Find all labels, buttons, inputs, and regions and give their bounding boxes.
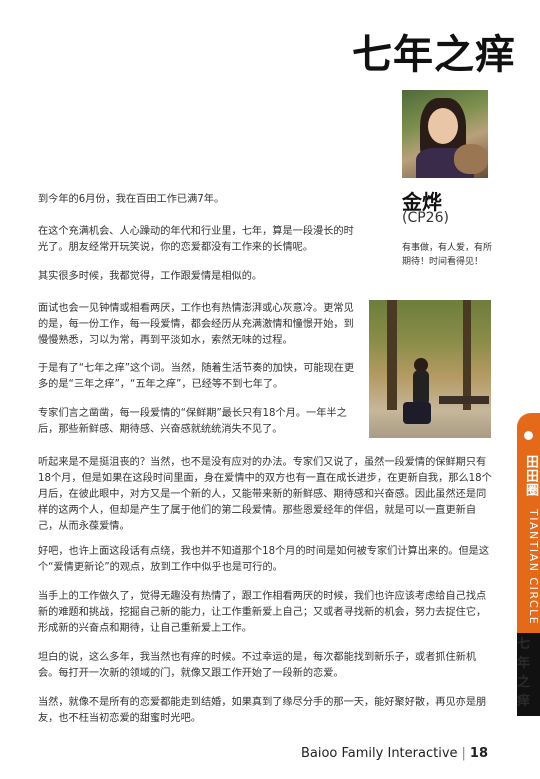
- author-bench-photo: [369, 300, 491, 438]
- paragraph-3: 其实很多时候，我都觉得，工作跟爱情是相似的。: [38, 271, 263, 282]
- paragraph-8: 好吧，也许上面这段话有点绕，我也并不知道那个18个月的时间是如何被专家们计算出来…: [38, 546, 490, 573]
- author-quote: 有事做，有人爱，有所期待！时间看得见！: [402, 243, 493, 267]
- author-code: (CP26): [402, 210, 449, 226]
- paragraph-7: 听起来是不是挺沮丧的？当然，也不是没有应对的办法。专家们又说了，虽然一段爱情的保…: [38, 457, 492, 532]
- paragraph-6: 专家们言之凿凿，每一段爱情的“保鲜期”最长只有18个月。一年半之后，那些新鲜感、…: [38, 408, 347, 435]
- side-tab-section-title: 七年之痒: [517, 637, 531, 709]
- side-tab-english: TIANTIAN CIRCLE: [527, 509, 540, 626]
- page-title: 七年之痒: [352, 32, 516, 78]
- footer-company: Baioo Family Interactive: [300, 746, 458, 761]
- paragraph-9: 当手上的工作做久了，觉得无趣没有热情了，跟工作相看两厌的时候，我们也许应该考虑给…: [38, 591, 487, 634]
- bullet-dot-icon: [524, 431, 533, 440]
- page-footer: Baioo Family Interactive | 18: [301, 746, 488, 761]
- paragraph-11: 当然，就像不是所有的恋爱都能走到结婚，如果真到了缘尽分手的那一天，能好聚好散，再…: [38, 697, 487, 724]
- side-tab-section: 七年之痒: [517, 633, 540, 716]
- paragraph-10: 坦白的说，这么多年，我当然也有痒的时候。不过幸运的是，每次都能找到新乐子，或者抓…: [38, 652, 477, 679]
- author-photo: [402, 90, 488, 178]
- paragraph-5: 于是有了“七年之痒”这个词。当然，随着生活节奏的加快，可能现在更多的是“三年之痒…: [38, 363, 355, 390]
- page-number: 18: [469, 746, 488, 761]
- side-tab-brand: 田田圈: [523, 455, 538, 497]
- paragraph-1: 到今年的6月份，我在百田工作已满7年。: [38, 194, 225, 205]
- paragraph-2: 在这个充满机会、人心躁动的年代和行业里，七年，算是一段漫长的时光了。朋友经常开玩…: [38, 226, 354, 253]
- paragraph-4: 面试也会一见钟情或相看两厌，工作也有热情澎湃或心灰意冷。更常见的是，每一份工作，…: [38, 303, 354, 346]
- footer-separator: |: [461, 746, 466, 761]
